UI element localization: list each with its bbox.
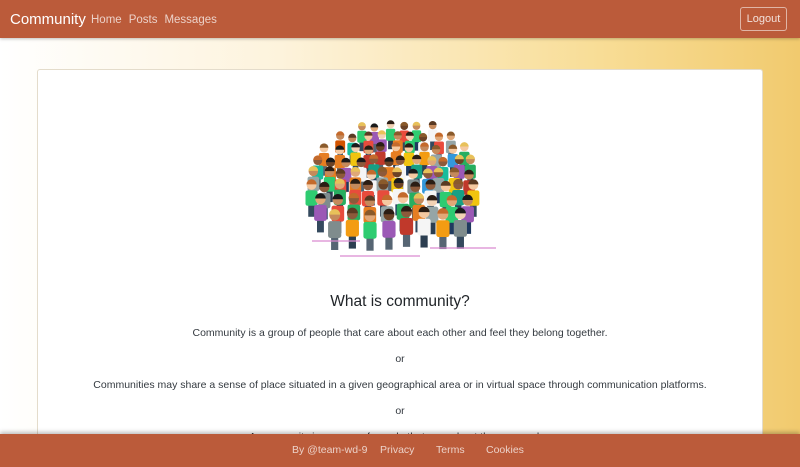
definition-paragraph-2: Communities may share a sense of place s… bbox=[93, 379, 707, 391]
page-heading: What is community? bbox=[330, 293, 470, 310]
logout-button[interactable]: Logout bbox=[740, 7, 787, 31]
or-separator-1: or bbox=[395, 353, 405, 365]
footer-link-cookies[interactable]: Cookies bbox=[486, 443, 524, 457]
brand-link[interactable]: Community bbox=[10, 11, 86, 29]
nav-link-home[interactable]: Home bbox=[91, 13, 122, 27]
or-separator-2: or bbox=[395, 405, 405, 417]
top-navbar: Community Home Posts Messages Logout bbox=[0, 0, 800, 38]
crowd-illustration-icon bbox=[305, 120, 496, 257]
footer-byline: By @team-wd-9 bbox=[292, 444, 368, 456]
definition-paragraph-1: Community is a group of people that care… bbox=[192, 327, 608, 339]
nav-link-messages[interactable]: Messages bbox=[164, 13, 216, 27]
footer-link-privacy[interactable]: Privacy bbox=[380, 443, 414, 457]
content-card: What is community? Community is a group … bbox=[37, 69, 763, 467]
footer-bar: By @team-wd-9 Privacy Terms Cookies bbox=[0, 434, 800, 467]
nav-links: Home Posts Messages bbox=[91, 13, 217, 27]
footer-link-terms[interactable]: Terms bbox=[436, 443, 465, 457]
nav-link-posts[interactable]: Posts bbox=[129, 13, 158, 27]
